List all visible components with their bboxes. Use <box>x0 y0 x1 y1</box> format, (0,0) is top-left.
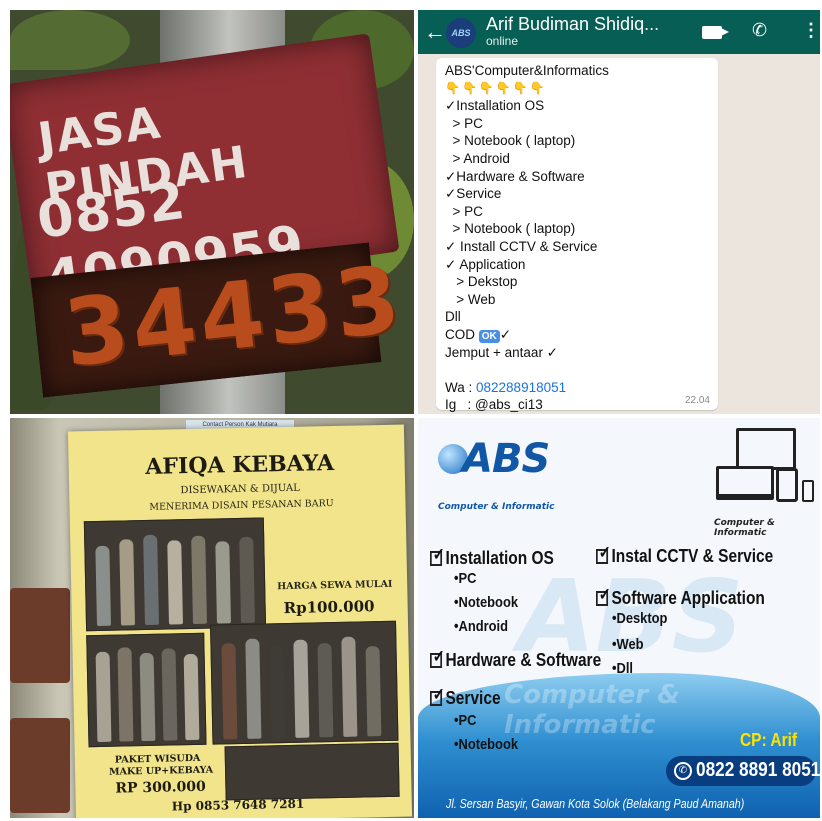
kebaya-rental-flyer-photo: Contact Person Kak Mutiara 081234567890 … <box>10 418 414 818</box>
moving-service-sign-photo: JASA PINDAH 0852 4090959 34433 <box>10 10 414 414</box>
kebaya-photo <box>83 517 267 632</box>
kebaya-photo <box>224 742 400 801</box>
wa-line: Wa : 082288918051 <box>445 379 718 397</box>
phone-pill: ✆ 0822 8891 8051 <box>666 756 820 786</box>
contact-name[interactable]: Arif Budiman Shidiq... <box>486 14 659 35</box>
service-item: •PC <box>454 712 477 729</box>
service-item: •Notebook <box>454 736 519 753</box>
card-logo-subtitle: Computer & Informatic <box>438 502 555 512</box>
pickup-line: Jemput + antaar ✓ <box>445 344 558 360</box>
service-item: •PC <box>454 570 477 587</box>
kebaya-photo <box>86 632 207 748</box>
message-line: 👇👇👇👇👇👇 <box>445 80 547 95</box>
video-call-icon[interactable] <box>702 26 729 39</box>
message-line: > Dekstop <box>445 274 518 290</box>
ig-line: Ig : @abs_ci13 <box>445 397 543 413</box>
checkbox-icon <box>430 685 445 706</box>
devices-icon <box>716 428 816 518</box>
checkbox-icon <box>430 647 445 668</box>
wa-label: Wa : <box>445 379 477 395</box>
checkbox-icon <box>430 545 445 566</box>
service-cctv: Instal CCTV & Service <box>596 543 773 567</box>
package-price: RP 300.000 <box>115 778 206 797</box>
cod-line: COD OK ✓ <box>445 326 718 344</box>
contact-person: CP: Arif <box>740 730 798 750</box>
kebaya-photo <box>210 620 399 745</box>
service-item: •Web <box>612 636 644 653</box>
message-line: Dll <box>445 309 461 325</box>
checkbox-icon <box>596 585 611 606</box>
whatsapp-icon: ✆ <box>674 762 692 780</box>
checkbox-icon <box>596 543 611 564</box>
rent-price: Rp100.000 <box>283 597 375 618</box>
rent-price-label: HARGA SEWA MULAI <box>277 578 393 593</box>
message-line: > PC <box>445 203 483 219</box>
message-line: > Notebook ( laptop) <box>445 221 576 237</box>
service-item: •Notebook <box>454 594 519 611</box>
cod-check: ✓ <box>499 326 512 342</box>
message-line: ✓Service <box>445 186 502 202</box>
message-line: ABS'Computer&Informatics <box>445 63 609 78</box>
chat-header: ← ABS Arif Budiman Shidiq... online ✆ ⋮ <box>418 10 820 54</box>
flyer-subtitle: DISEWAKAN & DIJUAL <box>180 482 300 497</box>
flyer-subtitle-2: MENERIMA DISAIN PESANAN BARU <box>149 498 334 513</box>
message-line: ✓ Application <box>445 256 526 272</box>
message-line: > Android <box>445 150 510 166</box>
service-software: Software Application <box>596 585 765 609</box>
service-hardware: Hardware & Software <box>430 647 601 671</box>
service-installation: Installation OS <box>430 545 554 569</box>
message-line: > PC <box>445 115 483 131</box>
back-arrow-icon[interactable]: ← <box>424 19 446 45</box>
flyer-title: AFIQA KEBAYA <box>145 449 335 480</box>
whatsapp-chat-screenshot: ← ABS Arif Budiman Shidiq... online ✆ ⋮ … <box>418 10 820 414</box>
yellow-flyer: AFIQA KEBAYA DISEWAKAN & DIJUAL MENERIMA… <box>67 424 413 818</box>
flyer-phone: Hp 0853 7648 7281 <box>171 796 305 814</box>
contact-avatar[interactable]: ABS <box>446 18 476 48</box>
message-line: ✓Hardware & Software <box>445 168 585 184</box>
service-item: •Android <box>454 618 508 635</box>
cod-label: COD <box>445 326 475 342</box>
card-tagline: Computer & Informatic <box>714 518 775 538</box>
partial-portrait-photo <box>10 718 70 813</box>
more-options-icon[interactable]: ⋮ <box>802 20 820 41</box>
service-item: •Desktop <box>612 610 668 627</box>
partial-portrait-photo <box>10 588 70 683</box>
package-line-2: MAKE UP+KEBAYA <box>108 764 214 778</box>
message-line: > Notebook ( laptop) <box>445 133 576 149</box>
service-service: Service <box>430 685 501 709</box>
card-phone: 0822 8891 8051 <box>696 759 820 781</box>
ok-emoji-badge: OK <box>478 329 500 343</box>
message-bubble[interactable]: ABS'Computer&Informatics 👇👇👇👇👇👇 ✓Install… <box>436 58 718 412</box>
service-item: •Dll <box>612 660 634 677</box>
message-line: ✓ Install CCTV & Service <box>445 238 598 254</box>
message-line: ✓Installation OS <box>445 98 545 114</box>
abs-business-card: ABS Computer & Informatic ABS Computer &… <box>418 418 820 818</box>
message-time: 22.04 <box>684 395 710 406</box>
phone-call-icon[interactable]: ✆ <box>752 20 767 41</box>
contact-status: online <box>486 34 519 48</box>
message-line: > Web <box>445 291 496 307</box>
card-logo: ABS <box>462 436 550 482</box>
card-address: Jl. Sersan Basyir, Gawan Kota Solok (Bel… <box>446 796 745 811</box>
package-line-1: PAKET WISUDA <box>114 752 201 766</box>
wa-number-link[interactable]: 082288918051 <box>476 380 566 395</box>
